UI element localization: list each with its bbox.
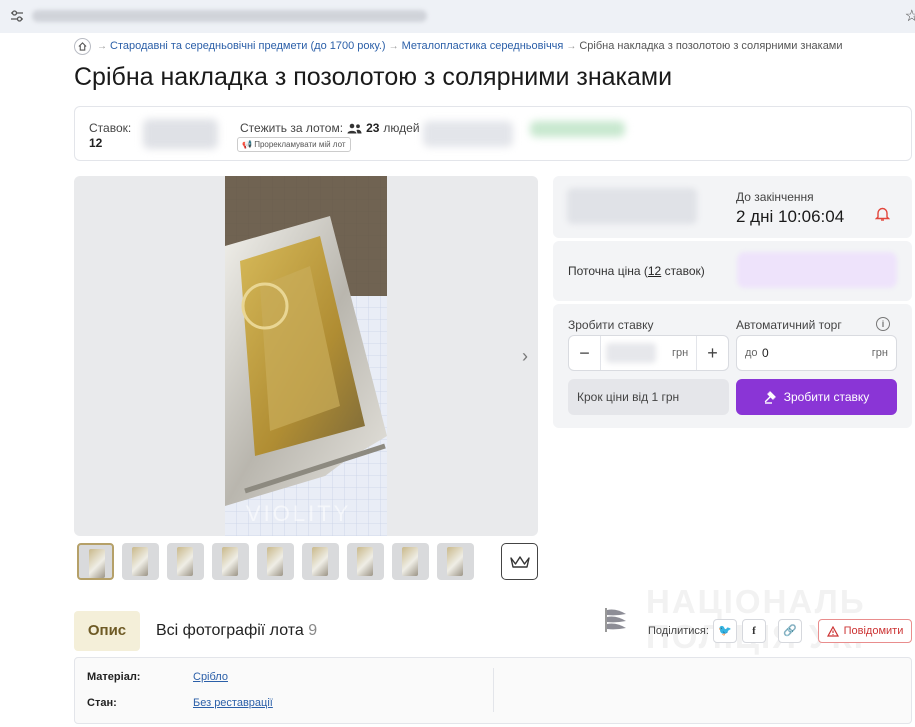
flag-logo-icon [605, 608, 626, 632]
current-price-panel: Поточна ціна (12 ставок) [553, 241, 912, 301]
next-photo-arrow-icon[interactable]: › [522, 346, 528, 367]
props-divider [493, 668, 494, 712]
url-text-blurred[interactable] [32, 10, 427, 22]
plus-icon[interactable]: + [696, 336, 728, 370]
property-value-link[interactable]: Срібло [193, 671, 228, 683]
tab-all-photos[interactable]: Всі фотографії лота 9 [156, 622, 317, 640]
auction-timer-panel: До закінчення 2 дні 10:06:04 [553, 176, 912, 238]
copy-link-icon[interactable]: 🔗 [778, 619, 802, 643]
page-title: Срібна накладка з позолотою з солярними … [74, 63, 673, 91]
place-bid-button[interactable]: Зробити ставку [736, 379, 897, 415]
breadcrumb-separator: → [566, 40, 577, 52]
lot-photo[interactable] [225, 176, 387, 536]
rating-blurred [530, 121, 625, 137]
tab-description[interactable]: Опис [74, 611, 140, 651]
thumbnail[interactable] [347, 543, 384, 580]
place-bid-label: Зробити ставку [783, 390, 870, 404]
price-step-note: Крок ціни від 1 грн [568, 379, 729, 415]
facebook-icon[interactable]: f [742, 619, 766, 643]
bell-icon[interactable] [875, 206, 890, 222]
minus-icon[interactable]: − [569, 336, 601, 370]
end-date-blurred [567, 188, 697, 224]
breadcrumb-link-ancient[interactable]: Стародавні та середньовічні предмети (до… [110, 40, 386, 52]
bids-count: 12 [89, 136, 103, 150]
thumbnail[interactable] [122, 543, 159, 580]
warning-icon [826, 625, 839, 637]
lot-photo-image [225, 176, 387, 536]
auto-bid-prefix: до [745, 347, 758, 359]
auto-bid-field[interactable]: до грн [736, 335, 897, 371]
bid-panel: Зробити ставку Автоматичний торг i − грн… [553, 304, 912, 428]
watchers: Стежить за лотом: 23 людей [240, 121, 420, 135]
thumbnail[interactable] [392, 543, 429, 580]
bid-label: Зробити ставку [568, 318, 654, 332]
share-label: Поділитися: [648, 625, 709, 637]
end-label: До закінчення [736, 190, 814, 204]
bid-amount-stepper[interactable]: − грн + [568, 335, 729, 371]
watermark: VIOLITY [246, 501, 352, 526]
date-blurred [423, 121, 513, 147]
promote-lot-label: Прорекламувати мій лот [254, 140, 346, 149]
bids-link[interactable]: 12 [648, 264, 661, 278]
megaphone-icon: 📢 [242, 140, 252, 149]
breadcrumb-separator: → [388, 40, 399, 52]
bids-label: Ставок: [89, 121, 132, 135]
photo-gallery[interactable]: VIOLITY › [74, 176, 538, 536]
twitter-icon[interactable]: 🐦 [713, 619, 737, 643]
price-value-blurred [737, 252, 897, 288]
currency-label: грн [871, 347, 888, 359]
thumbnail[interactable] [302, 543, 339, 580]
watch-label: Стежить за лотом: [240, 121, 344, 135]
crown-icon[interactable] [501, 543, 538, 580]
promote-lot-button[interactable]: 📢 Прорекламувати мій лот [237, 137, 351, 152]
people-icon [347, 123, 362, 133]
thumbnail[interactable] [77, 543, 114, 580]
property-value-link[interactable]: Без реставрації [193, 697, 273, 709]
home-icon[interactable] [74, 37, 91, 55]
thumbnail[interactable] [167, 543, 204, 580]
property-key: Стан: [87, 697, 117, 709]
bookmark-star-icon[interactable]: ☆ [905, 6, 915, 26]
watch-count: 23 [366, 121, 380, 135]
countdown-value: 2 дні 10:06:04 [736, 207, 845, 226]
breadcrumb-link-metalwork[interactable]: Металопластика середньовіччя [402, 40, 564, 52]
info-icon[interactable]: i [876, 317, 890, 331]
lot-info-bar: Ставок: 12 Стежить за лотом: 23 людей 📢 … [74, 106, 912, 161]
lot-properties: Матеріал: Срібло Стан: Без реставрації [74, 657, 912, 724]
browser-url-bar[interactable]: ☆ [0, 0, 915, 33]
report-button[interactable]: Повідомити [818, 619, 912, 643]
thumbnail[interactable] [212, 543, 249, 580]
thumbnail-strip [77, 543, 474, 580]
thumbnail[interactable] [437, 543, 474, 580]
breadcrumb-current: Срібна накладка з позолотою з солярними … [579, 40, 843, 52]
seller-blurred [143, 119, 218, 149]
photos-count: 9 [308, 622, 318, 639]
auto-bid-label: Автоматичний торг [736, 318, 842, 332]
thumbnail[interactable] [257, 543, 294, 580]
currency-label: грн [672, 347, 689, 359]
breadcrumb: → Стародавні та середньовічні предмети (… [74, 37, 843, 55]
current-price-label: Поточна ціна (12 ставок) [568, 264, 705, 278]
gavel-icon [764, 391, 776, 404]
site-settings-icon[interactable] [10, 9, 24, 23]
property-key: Матеріал: [87, 671, 141, 683]
bid-amount-input[interactable] [606, 343, 656, 363]
watch-unit: людей [383, 121, 420, 135]
report-label: Повідомити [843, 625, 904, 637]
breadcrumb-separator: → [97, 40, 107, 52]
auto-bid-input[interactable] [762, 346, 852, 360]
